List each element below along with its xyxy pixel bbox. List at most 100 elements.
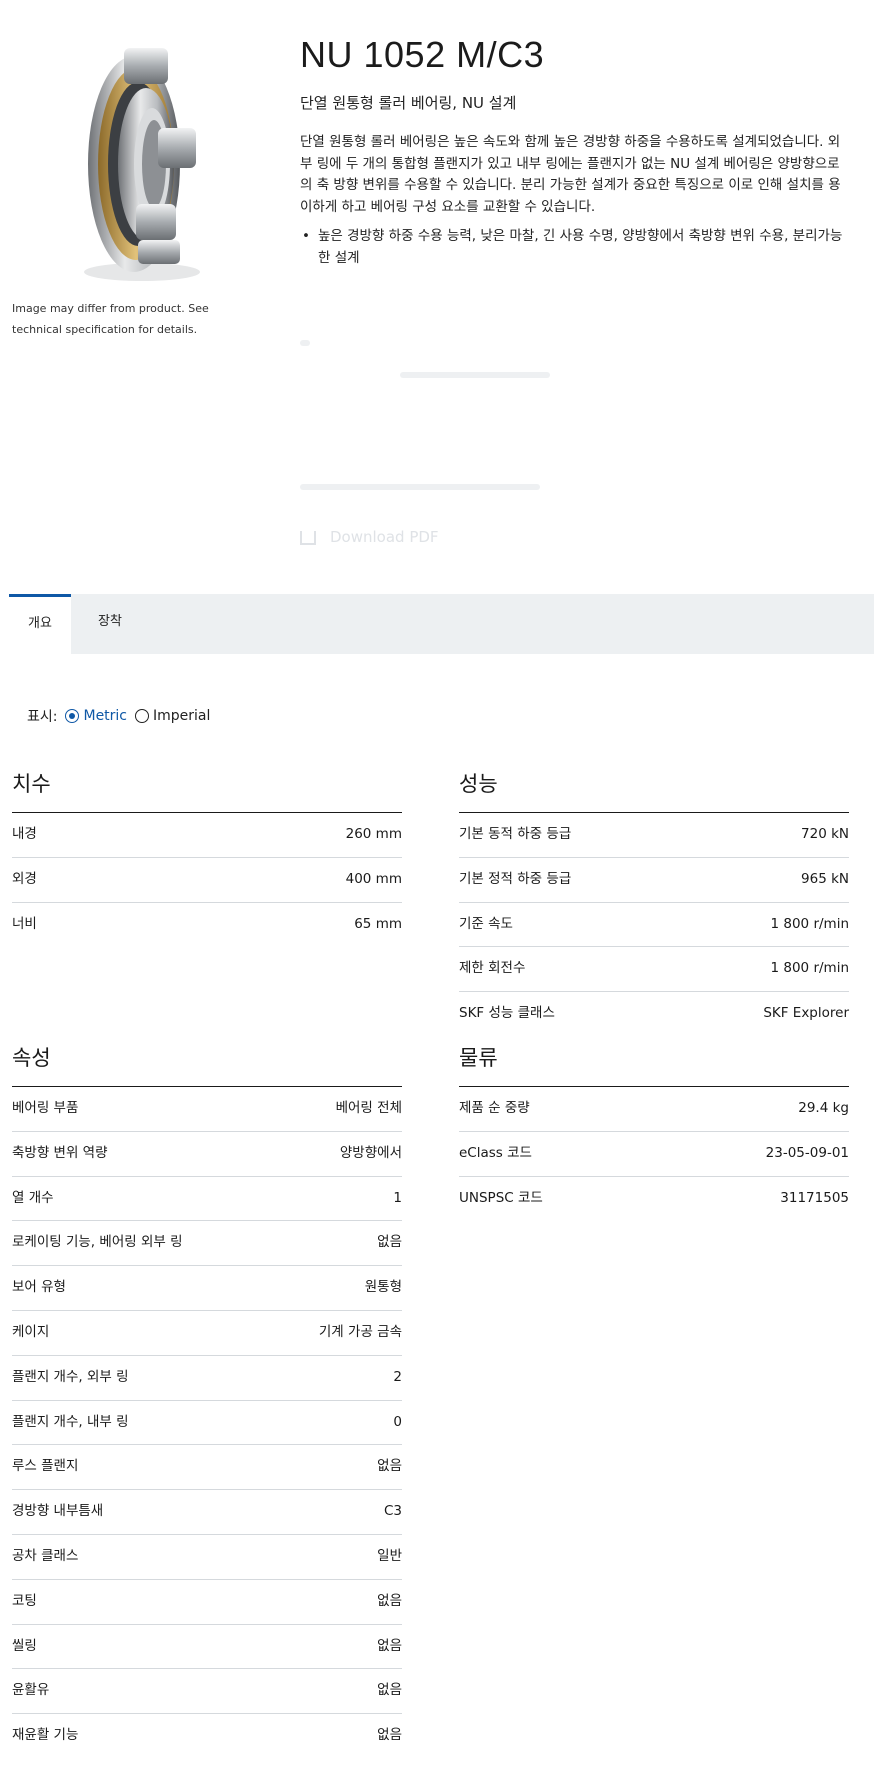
download-icon <box>300 530 316 545</box>
unit-label: 표시: <box>27 709 58 725</box>
spec-label: 케이지 <box>12 1323 50 1340</box>
spec-label: 열 개수 <box>12 1189 54 1206</box>
spec-row: 보어 유형 원통형 <box>12 1266 402 1311</box>
spec-value: 0 <box>393 1413 402 1430</box>
spec-label: 외경 <box>12 870 37 887</box>
spec-value: 65 mm <box>354 915 402 932</box>
spec-value: 400 mm <box>345 870 402 887</box>
tab-mounting[interactable]: 장착 <box>71 594 149 654</box>
unit-selector: 표시: Metric Imperial <box>27 706 210 726</box>
spec-row: 플랜지 개수, 외부 링 2 <box>12 1356 402 1401</box>
spec-label: 베어링 부품 <box>12 1100 79 1116</box>
spec-row: 씰링 없음 <box>12 1625 402 1670</box>
spec-row: 제품 순 중량 29.4 kg <box>459 1087 849 1132</box>
spec-row: 재윤활 기능 없음 <box>12 1714 402 1758</box>
spec-row: SKF 성능 클래스 SKF Explorer <box>459 992 849 1036</box>
spec-label: 내경 <box>12 826 37 842</box>
spec-value: 양방향에서 <box>339 1144 402 1161</box>
spec-value: 없음 <box>377 1458 402 1475</box>
spec-value: 베어링 전체 <box>335 1100 402 1116</box>
logistics-section: 물류 제품 순 중량 29.4 kg eClass 코드 23-05-09-01 U… <box>459 1044 849 1220</box>
spec-value: 1 800 r/min <box>770 915 850 932</box>
feature-text: 높은 경방향 하중 수용 능력, 낮은 마찰, 긴 사용 수명, 양방향에서 축… <box>318 228 843 266</box>
spec-row: UNSPSC 코드 31171505 <box>459 1177 849 1221</box>
spec-value: 일반 <box>377 1547 402 1564</box>
spec-label: 기본 동적 하중 등급 <box>459 826 572 842</box>
imperial-option-label[interactable]: Imperial <box>153 708 210 724</box>
spec-value: SKF Explorer <box>763 1005 849 1022</box>
spec-row: 공차 클래스 일반 <box>12 1535 402 1580</box>
spec-row: 케이지 기계 가공 금속 <box>12 1311 402 1356</box>
feature-list: • 높은 경방향 하중 수용 능력, 낮은 마찰, 긴 사용 수명, 양방향에서… <box>300 226 850 269</box>
section-title: 속성 <box>12 1044 402 1087</box>
spec-label: 코팅 <box>12 1592 37 1609</box>
spec-row: 경방향 내부틈새 C3 <box>12 1490 402 1535</box>
spec-label: 윤활유 <box>12 1682 50 1699</box>
spec-value: 31171505 <box>780 1189 849 1206</box>
spec-label: 씰링 <box>12 1637 37 1654</box>
properties-section: 속성 베어링 부품 베어링 전체 축방향 변위 역량 양방향에서 열 개수 1 로케이… <box>12 1044 402 1758</box>
spec-value: 1 800 r/min <box>770 960 850 977</box>
metric-radio[interactable] <box>65 709 80 723</box>
spec-value: C3 <box>383 1503 402 1520</box>
download-pdf-link[interactable]: Download PDF <box>300 528 439 546</box>
spec-row: 베어링 부품 베어링 전체 <box>12 1087 402 1132</box>
spec-value: 없음 <box>377 1727 402 1744</box>
spec-value: 없음 <box>377 1637 402 1654</box>
spec-value: 23-05-09-01 <box>765 1144 849 1161</box>
spec-row: 제한 회전수 1 800 r/min <box>459 947 850 993</box>
performance-section: 성능 기본 동적 하중 등급 720 kN 기본 정적 하중 등급 965 kN 기… <box>459 770 849 1036</box>
spec-row: 열 개수 1 <box>12 1177 402 1222</box>
spec-label: 축방향 변위 역량 <box>12 1144 108 1161</box>
spec-value: 29.4 kg <box>798 1100 849 1116</box>
product-subtitle: 단열 원통형 롤러 베어링, NU 설계 <box>300 94 517 112</box>
spec-row: 로케이팅 기능, 베어링 외부 링 없음 <box>12 1221 402 1267</box>
spec-row: 내경 260 mm <box>12 813 402 858</box>
tab-overview[interactable]: 개요 <box>9 594 71 654</box>
section-title: 물류 <box>459 1044 849 1087</box>
spec-label: 보어 유형 <box>12 1279 66 1296</box>
spec-label: UNSPSC 코드 <box>459 1189 543 1206</box>
download-label: Download PDF <box>330 528 439 546</box>
spec-value: 없음 <box>377 1234 402 1251</box>
spec-value: 965 kN <box>801 870 849 887</box>
placeholder-bar <box>400 372 550 378</box>
spec-value: 기계 가공 금속 <box>318 1323 402 1340</box>
spec-label: 제품 순 중량 <box>459 1100 530 1116</box>
spec-row: 루스 플랜지 없음 <box>12 1445 402 1491</box>
feature-item: • 높은 경방향 하중 수용 능력, 낮은 마찰, 긴 사용 수명, 양방향에서… <box>300 226 850 269</box>
spec-label: 재윤활 기능 <box>12 1727 79 1744</box>
spec-label: 플랜지 개수, 내부 링 <box>12 1413 129 1430</box>
imperial-radio[interactable] <box>135 709 150 723</box>
spec-value: 260 mm <box>345 826 402 842</box>
spec-value: 1 <box>393 1189 402 1206</box>
dimensions-section: 치수 내경 260 mm 외경 400 mm 너비 65 mm <box>12 770 402 946</box>
section-title: 치수 <box>12 770 402 813</box>
spec-row: 윤활유 없음 <box>12 1669 402 1715</box>
bullet-icon: • <box>302 228 310 244</box>
spec-row: 코팅 없음 <box>12 1580 402 1625</box>
spec-label: 공차 클래스 <box>12 1547 79 1564</box>
spec-row: eClass 코드 23-05-09-01 <box>459 1132 849 1177</box>
tab-bar: 개요 장착 <box>9 594 874 654</box>
spec-row: 축방향 변위 역량 양방향에서 <box>12 1132 402 1177</box>
section-title: 성능 <box>459 770 849 813</box>
spec-value: 없음 <box>377 1592 402 1609</box>
spec-row: 기준 속도 1 800 r/min <box>459 903 849 948</box>
spec-label: 루스 플랜지 <box>12 1458 79 1475</box>
product-image <box>84 48 200 281</box>
spec-row: 기본 정적 하중 등급 965 kN <box>459 858 849 903</box>
spec-value: 2 <box>393 1368 402 1385</box>
spec-label: SKF 성능 클래스 <box>459 1005 555 1022</box>
spec-row: 너비 65 mm <box>12 903 402 947</box>
spec-row: 플랜지 개수, 내부 링 0 <box>12 1401 402 1446</box>
spec-label: 제한 회전수 <box>459 960 526 977</box>
image-disclaimer: Image may differ from product. See techn… <box>12 302 209 336</box>
product-title: NU 1052 M/C3 <box>300 34 545 75</box>
spec-value: 720 kN <box>801 826 849 842</box>
placeholder-bar <box>300 484 540 490</box>
metric-option-label[interactable]: Metric <box>83 708 127 724</box>
placeholder-bar <box>300 340 310 346</box>
spec-row: 기본 동적 하중 등급 720 kN <box>459 813 849 858</box>
spec-label: 기준 속도 <box>459 915 513 932</box>
